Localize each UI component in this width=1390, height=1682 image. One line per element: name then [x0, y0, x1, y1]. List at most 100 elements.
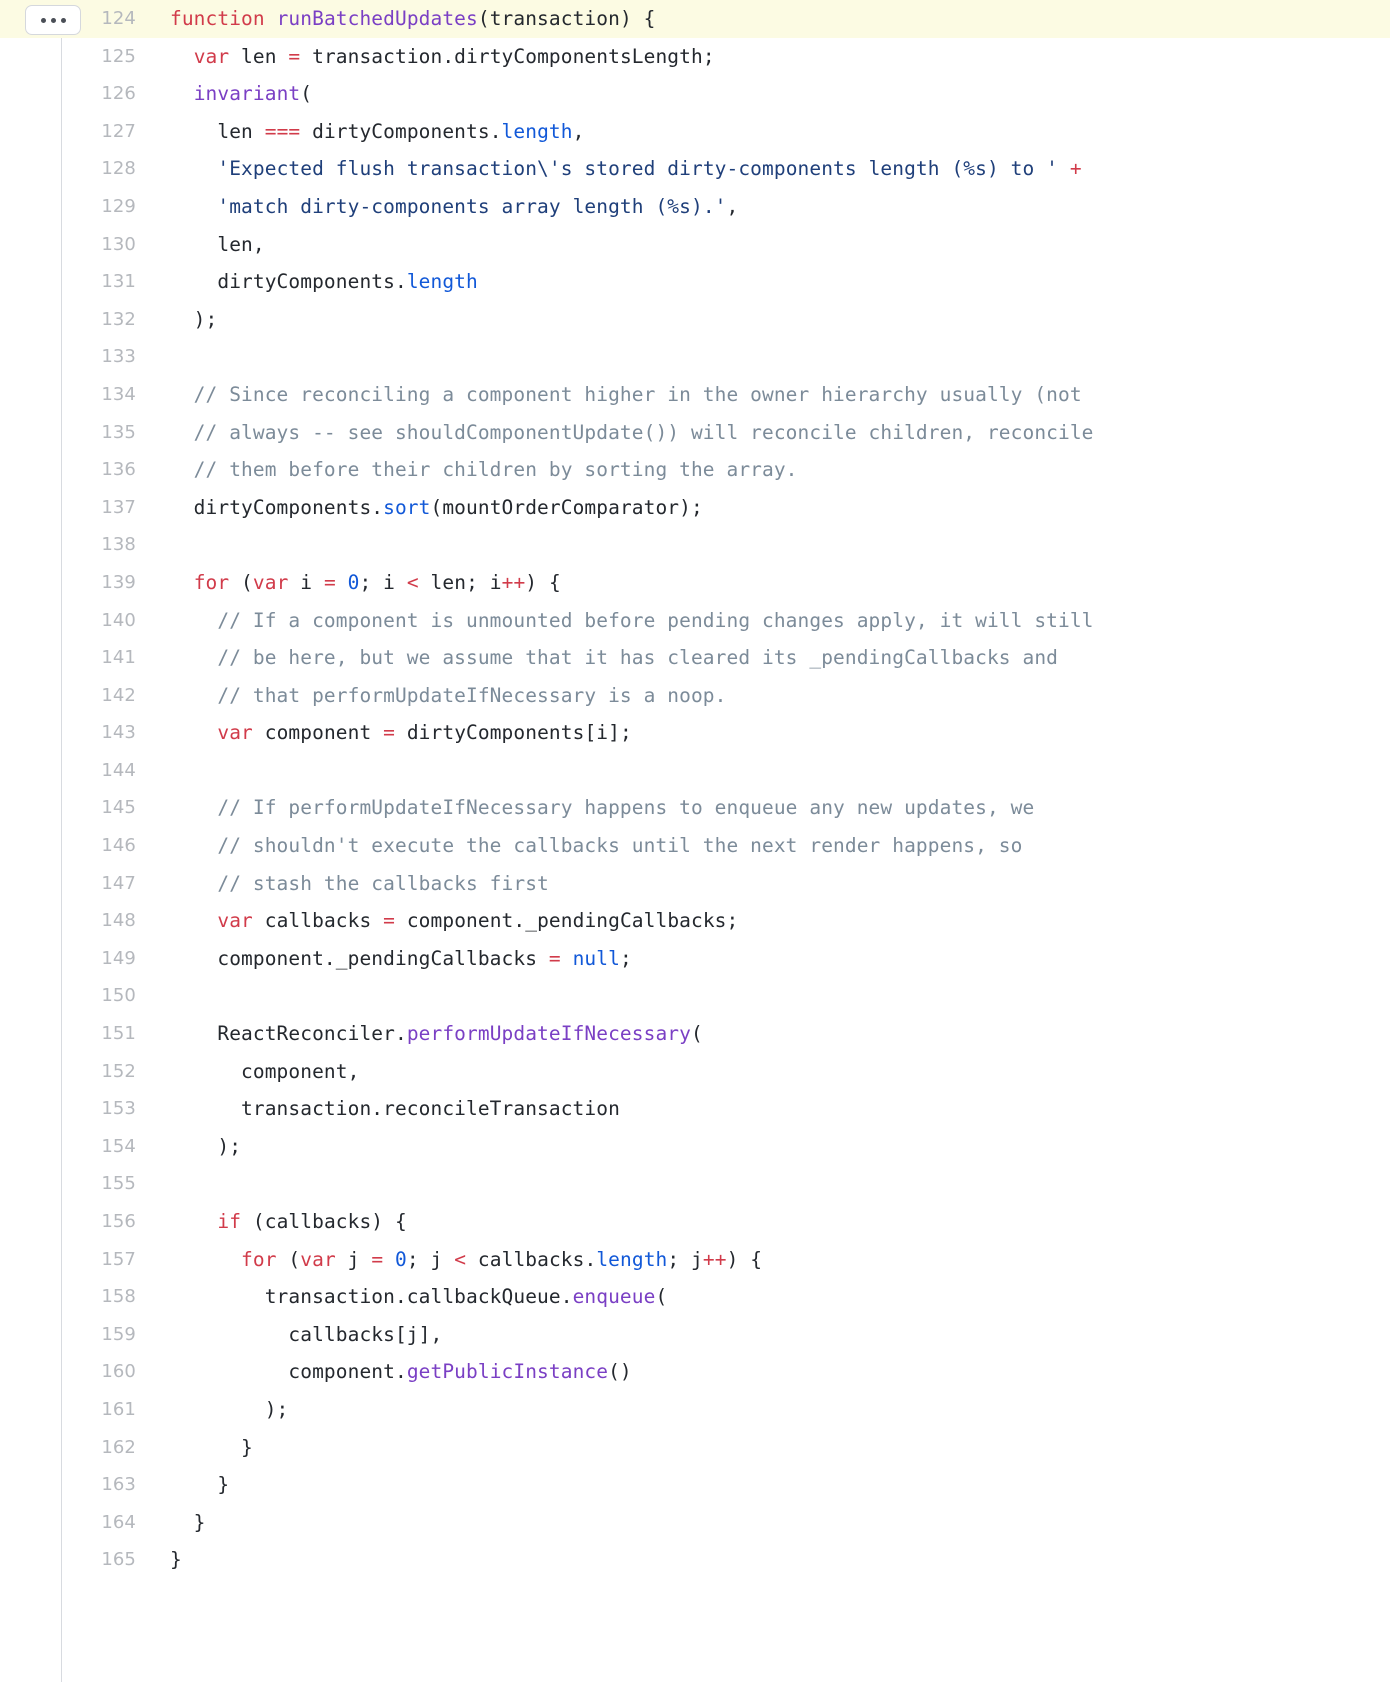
line-number[interactable]: 127 [0, 113, 136, 151]
line-number[interactable]: 130 [0, 226, 136, 264]
code-token: var [217, 909, 253, 933]
code-token: 'Expected flush transaction\'s stored di… [217, 157, 1059, 181]
line-number[interactable]: 150 [0, 977, 136, 1015]
code-line[interactable]: 144 [0, 752, 1390, 790]
line-number[interactable]: 165 [0, 1541, 136, 1579]
line-number[interactable]: 126 [0, 75, 136, 113]
line-number[interactable]: 147 [0, 865, 136, 903]
code-token: performUpdateIfNecessary [406, 1022, 691, 1046]
code-line[interactable]: 149 component._pendingCallbacks = null; [0, 940, 1390, 978]
line-number[interactable]: 145 [0, 789, 136, 827]
code-line-list: 124 function runBatchedUpdates(transactio… [0, 0, 1390, 1579]
code-token: (callbacks) { [241, 1210, 407, 1233]
line-number[interactable]: 156 [0, 1203, 136, 1241]
line-number[interactable]: 129 [0, 188, 136, 226]
code-line[interactable]: 152 component, [0, 1053, 1390, 1091]
code-line[interactable]: 151 ReactReconciler.performUpdateIfNeces… [0, 1015, 1390, 1053]
line-number[interactable]: 152 [0, 1053, 136, 1091]
line-number[interactable]: 149 [0, 940, 136, 978]
line-number[interactable]: 135 [0, 414, 136, 452]
code-line[interactable]: 129 'match dirty-components array length… [0, 188, 1390, 226]
line-number[interactable]: 133 [0, 338, 136, 376]
line-number[interactable]: 128 [0, 150, 136, 188]
line-number[interactable]: 164 [0, 1504, 136, 1542]
line-number[interactable]: 160 [0, 1353, 136, 1391]
line-number[interactable]: 142 [0, 677, 136, 715]
code-line[interactable]: 141 // be here, but we assume that it ha… [0, 639, 1390, 677]
code-line[interactable]: 125 var len = transaction.dirtyComponent… [0, 38, 1390, 76]
code-line[interactable]: 140 // If a component is unmounted befor… [0, 602, 1390, 640]
code-line[interactable]: 133 [0, 338, 1390, 376]
line-number[interactable]: 158 [0, 1278, 136, 1316]
code-line[interactable]: 159 callbacks[j], [0, 1316, 1390, 1354]
code-line[interactable]: 156 if (callbacks) { [0, 1203, 1390, 1241]
code-line[interactable]: 164 } [0, 1504, 1390, 1542]
line-number[interactable]: 151 [0, 1015, 136, 1053]
code-line[interactable]: 142 // that performUpdateIfNecessary is … [0, 677, 1390, 715]
line-number[interactable]: 125 [0, 38, 136, 76]
code-token: var [252, 570, 289, 594]
code-line[interactable]: 163 } [0, 1466, 1390, 1504]
line-number[interactable]: 134 [0, 376, 136, 414]
code-line[interactable]: 153 transaction.reconcileTransaction [0, 1090, 1390, 1128]
line-number[interactable]: 161 [0, 1391, 136, 1429]
code-token: enqueue [572, 1285, 656, 1309]
code-line[interactable]: 155 [0, 1165, 1390, 1203]
code-line[interactable]: 162 } [0, 1429, 1390, 1467]
code-line[interactable]: 139 for (var i = 0; i < len; i++) { [0, 564, 1390, 602]
line-number[interactable]: 137 [0, 489, 136, 527]
line-number[interactable]: 162 [0, 1429, 136, 1467]
code-line[interactable]: 138 [0, 526, 1390, 564]
code-line[interactable]: 137 dirtyComponents.sort(mountOrderCompa… [0, 489, 1390, 527]
line-number[interactable]: 140 [0, 602, 136, 640]
line-number[interactable]: 146 [0, 827, 136, 865]
line-number[interactable]: 157 [0, 1241, 136, 1279]
code-token: } [170, 1435, 253, 1459]
line-number[interactable]: 132 [0, 301, 136, 339]
code-line[interactable]: 146 // shouldn't execute the callbacks u… [0, 827, 1390, 865]
code-line[interactable]: 131 dirtyComponents.length [0, 263, 1390, 301]
code-line[interactable]: 150 [0, 977, 1390, 1015]
code-line[interactable]: 127 len === dirtyComponents.length, [0, 113, 1390, 151]
code-line-content: for (var i = 0; i < len; i++) { [170, 564, 1390, 602]
line-number[interactable]: 148 [0, 902, 136, 940]
line-number[interactable]: 131 [0, 263, 136, 301]
code-line[interactable]: 165} [0, 1541, 1390, 1579]
code-line[interactable]: 148 var callbacks = component._pendingCa… [0, 902, 1390, 940]
code-line[interactable]: 147 // stash the callbacks first [0, 865, 1390, 903]
code-line[interactable]: 128 'Expected flush transaction\'s store… [0, 150, 1390, 188]
code-line[interactable]: 135 // always -- see shouldComponentUpda… [0, 414, 1390, 452]
line-number[interactable]: 153 [0, 1090, 136, 1128]
code-line[interactable]: 145 // If performUpdateIfNecessary happe… [0, 789, 1390, 827]
code-line[interactable]: 134 // Since reconciling a component hig… [0, 376, 1390, 414]
expand-collapsed-lines-button[interactable] [25, 5, 81, 35]
code-line[interactable]: 124 function runBatchedUpdates(transactio… [0, 0, 1390, 38]
code-line[interactable]: 130 len, [0, 226, 1390, 264]
code-line[interactable]: 157 for (var j = 0; j < callbacks.length… [0, 1241, 1390, 1279]
line-number[interactable]: 139 [0, 564, 136, 602]
code-line[interactable]: 154 ); [0, 1128, 1390, 1166]
code-line[interactable]: 160 component.getPublicInstance() [0, 1353, 1390, 1391]
line-number[interactable]: 143 [0, 714, 136, 752]
line-number[interactable]: 159 [0, 1316, 136, 1354]
line-number[interactable]: 154 [0, 1128, 136, 1166]
line-number[interactable]: 141 [0, 639, 136, 677]
code-token: null [572, 946, 620, 970]
code-line[interactable]: 132 ); [0, 301, 1390, 339]
line-number[interactable]: 144 [0, 752, 136, 790]
code-line-content: } [170, 1504, 1390, 1542]
code-line[interactable]: 136 // them before their children by sor… [0, 451, 1390, 489]
line-number[interactable]: 138 [0, 526, 136, 564]
code-line[interactable]: 158 transaction.callbackQueue.enqueue( [0, 1278, 1390, 1316]
line-number[interactable]: 136 [0, 451, 136, 489]
code-line[interactable]: 126 invariant( [0, 75, 1390, 113]
code-token: len [229, 44, 289, 68]
line-number[interactable]: 155 [0, 1165, 136, 1203]
code-line[interactable]: 161 ); [0, 1391, 1390, 1429]
ellipsis-dot-icon [60, 17, 66, 23]
line-number[interactable]: 163 [0, 1466, 136, 1504]
code-line[interactable]: 143 var component = dirtyComponents[i]; [0, 714, 1390, 752]
